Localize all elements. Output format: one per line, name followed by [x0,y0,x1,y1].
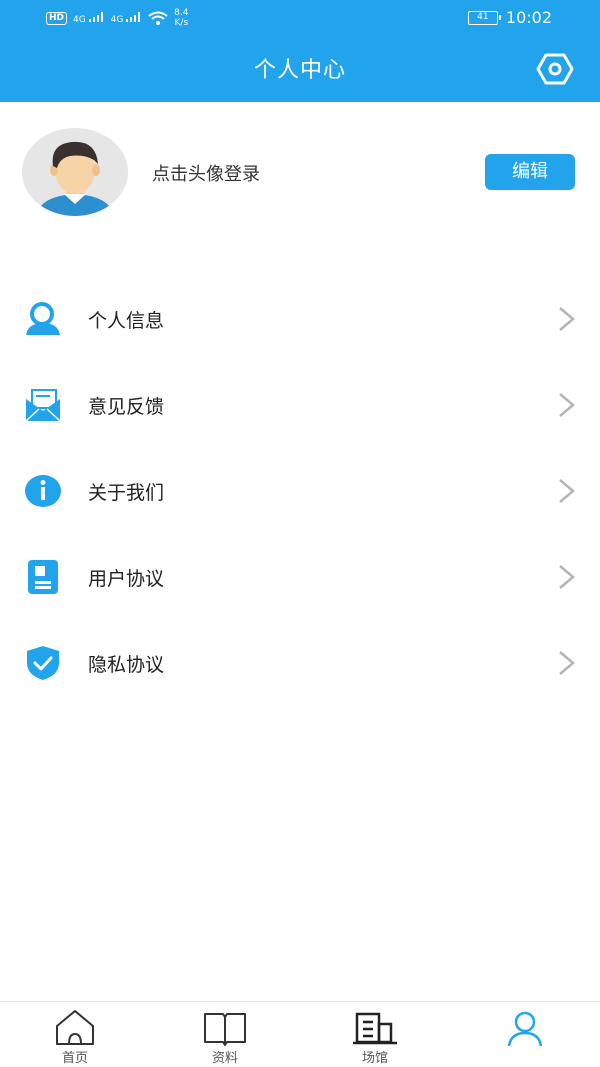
chevron-right-icon [559,393,575,417]
signal-icon [88,11,103,22]
tab-home[interactable]: 首页 [25,1002,125,1067]
menu-label: 个人信息 [88,310,165,332]
user-info-icon [26,302,60,335]
menu-item-about-us[interactable]: 关于我们 [0,448,600,534]
tab-label: 首页 [61,1051,88,1066]
menu-item-feedback[interactable]: 意见反馈 [0,362,600,448]
info-icon [25,475,61,507]
avatar[interactable] [22,128,128,216]
wifi-icon [148,11,168,25]
signal-icon [126,11,141,22]
login-hint[interactable]: 点击头像登录 [152,160,260,186]
status-bar: HD 4G 4G 8.4 K/s 41 10:02 [0,0,600,36]
status-right: 41 10:02 [467,8,552,27]
menu-label: 意见反馈 [88,396,165,418]
bottom-tab-bar: 首页 资料 场馆 [0,1001,600,1067]
menu-item-privacy-policy[interactable]: 隐私协议 [0,620,600,706]
book-icon [204,1013,246,1046]
menu-label: 关于我们 [88,482,165,504]
network-label-1: 4G [73,14,86,25]
avatar-person-icon [36,141,114,216]
speed-unit: K/s [174,18,189,28]
tab-label: 资料 [211,1051,238,1066]
tab-venues[interactable]: 场馆 [325,1002,425,1067]
page-title: 个人中心 [253,58,346,83]
profile-section: 点击头像登录 编辑 [0,102,600,242]
profile-icon [507,1011,543,1046]
hd-badge: HD [46,11,68,25]
app-header: HD 4G 4G 8.4 K/s 41 10:02 个人中心 [0,0,600,102]
chevron-right-icon [559,307,575,331]
edit-button[interactable]: 编辑 [485,154,575,190]
menu-item-personal-info[interactable]: 个人信息 [0,276,600,362]
tab-label: 场馆 [361,1051,388,1066]
chevron-right-icon [559,651,575,675]
venue-icon [353,1012,397,1045]
menu-label: 隐私协议 [88,654,165,676]
clock: 10:02 [505,8,552,27]
speed-value: 8.4 [174,8,189,18]
feedback-mail-icon [25,389,61,422]
home-icon [56,1010,94,1045]
shield-check-icon [27,646,59,680]
tab-profile[interactable] [475,1002,575,1067]
status-left: HD 4G 4G 8.4 K/s [46,8,189,28]
chevron-right-icon [559,479,575,503]
battery-icon: 41 [467,10,501,25]
menu-label: 用户协议 [88,568,165,590]
settings-hexagon-icon[interactable] [536,52,574,86]
chevron-right-icon [559,565,575,589]
document-icon [28,560,58,594]
network-speed: 8.4 K/s [174,8,188,28]
network-indicator-2: 4G [110,11,143,25]
tab-materials[interactable]: 资料 [175,1002,275,1067]
network-label-2: 4G [110,14,124,25]
menu-list: 个人信息 意见反馈 关于我们 用户协议 隐私协议 [0,276,600,706]
menu-item-user-agreement[interactable]: 用户协议 [0,534,600,620]
network-indicator-1: 4G [73,11,105,25]
